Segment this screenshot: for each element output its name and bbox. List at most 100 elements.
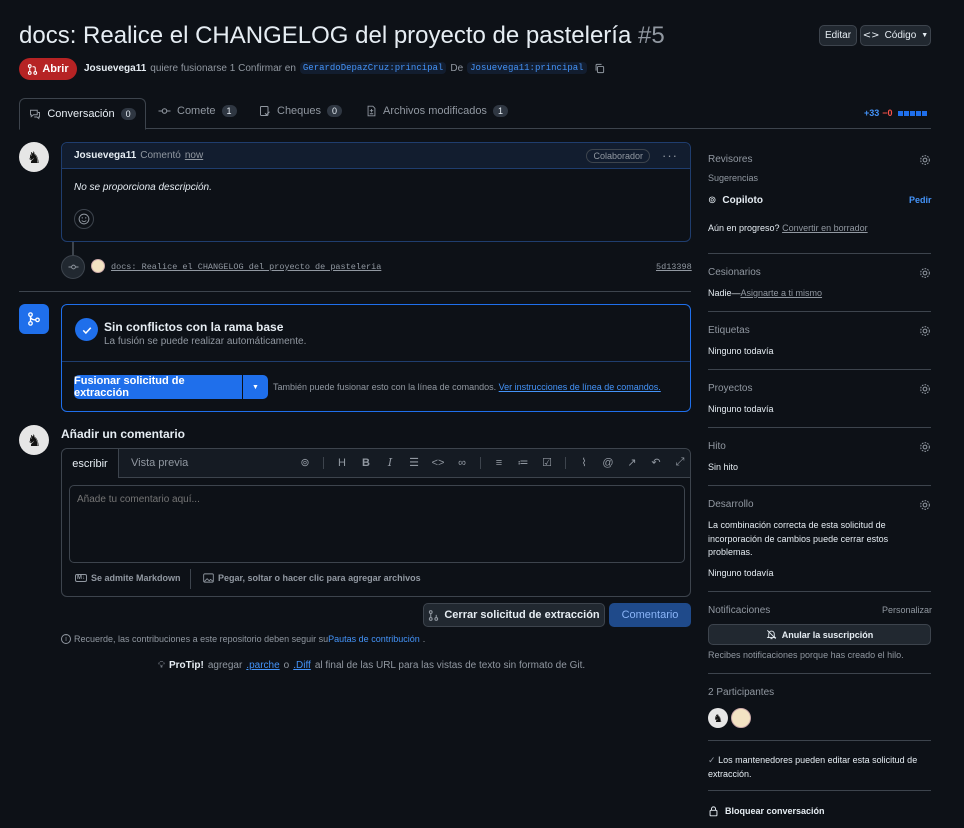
task-list-icon[interactable]: ☑: [535, 456, 559, 469]
code-icon: <>: [862, 30, 880, 41]
reviewers-title[interactable]: Revisores: [708, 154, 752, 165]
bold-icon[interactable]: B: [354, 457, 378, 469]
heading-icon[interactable]: H: [330, 457, 354, 469]
patch-link[interactable]: .parche: [246, 660, 279, 671]
user-glyph-icon: ♞: [713, 711, 723, 725]
quote-icon[interactable]: ☰: [402, 456, 426, 469]
unordered-list-icon[interactable]: ≔: [511, 456, 535, 469]
close-pr-button[interactable]: Cerrar solicitud de extracción: [423, 603, 605, 627]
caret-down-icon: ▼: [921, 32, 929, 39]
projects-value: Ninguno todavía: [708, 404, 774, 414]
lightbulb-icon: 💡︎: [158, 660, 165, 671]
lock-conversation[interactable]: Bloquear conversación: [708, 805, 825, 817]
markdown-note[interactable]: M↓ Se admite Markdown: [75, 573, 181, 583]
comment-author[interactable]: Josuevega11: [74, 150, 136, 161]
gear-icon[interactable]: [919, 325, 931, 337]
participants-title: 2 Participantes: [708, 687, 775, 698]
pr-number: #5: [637, 22, 665, 49]
diff-link[interactable]: .Diff: [293, 660, 311, 671]
tab-write[interactable]: escribir: [62, 449, 119, 478]
mention-icon[interactable]: @: [596, 457, 620, 469]
head-branch[interactable]: Josuevega11:principal: [467, 62, 587, 74]
tab-conversation[interactable]: Conversación 0: [19, 98, 146, 130]
undo-icon[interactable]: ↶: [644, 456, 668, 469]
collaborator-badge: Colaborador: [586, 148, 650, 163]
italic-icon[interactable]: I: [378, 456, 402, 469]
customize-link[interactable]: Personalizar: [882, 605, 932, 615]
assignees-value: Nadie—Asignarte a ti mismo: [708, 288, 823, 298]
composer-toolbar: escribir Vista previa ⊚ H B I ☰ <> ∞ ≡ ≔…: [62, 449, 690, 478]
contribution-guidelines-link[interactable]: Pautas de contribución: [328, 634, 420, 644]
cross-reference-icon[interactable]: ↗: [620, 456, 644, 469]
git-merge-icon: [28, 312, 40, 326]
tab-preview[interactable]: Vista previa: [131, 457, 188, 469]
assign-yourself-link[interactable]: Asignarte a ti mismo: [741, 288, 823, 298]
attach-icon[interactable]: ⌇: [572, 456, 596, 469]
unsubscribe-button[interactable]: Anular la suscripción: [708, 624, 931, 645]
copy-icon[interactable]: [594, 63, 605, 74]
kebab-menu-icon[interactable]: ···: [662, 148, 678, 163]
assignees-title[interactable]: Cesionarios: [708, 267, 761, 278]
image-icon: [203, 573, 214, 583]
page-title: docs: Realice el CHANGELOG del proyecto …: [19, 22, 665, 50]
participant-avatar[interactable]: [731, 708, 751, 728]
milestone-title[interactable]: Hito: [708, 441, 726, 452]
labels-title[interactable]: Etiquetas: [708, 325, 750, 336]
commit-avatar[interactable]: [91, 259, 105, 273]
ordered-list-icon[interactable]: ≡: [487, 457, 511, 469]
draft-status: Aún en progreso? Convertir en borrador: [708, 223, 868, 233]
gear-icon[interactable]: [919, 154, 931, 166]
merge-icon-badge: [19, 304, 49, 334]
participant-avatar[interactable]: ♞: [708, 708, 728, 728]
comment-textarea[interactable]: [69, 485, 685, 563]
comment-box: Josuevega11 Comentó now Colaborador ··· …: [61, 142, 691, 242]
code-icon[interactable]: <>: [426, 457, 450, 469]
merge-status-title: Sin conflictos con la rama base: [104, 320, 284, 334]
gear-icon[interactable]: [919, 499, 931, 511]
tab-commits[interactable]: Comete 1: [158, 105, 237, 117]
diffstat: +33 −0: [864, 108, 927, 118]
link-icon[interactable]: ∞: [450, 457, 474, 469]
markdown-icon: M↓: [75, 574, 87, 582]
bell-slash-icon: [766, 630, 777, 640]
projects-title[interactable]: Proyectos: [708, 383, 752, 394]
fullscreen-icon[interactable]: ⤢: [668, 456, 692, 469]
gear-icon[interactable]: [919, 267, 931, 279]
smiley-icon: [78, 213, 90, 225]
merge-options-button[interactable]: ▼: [243, 375, 268, 399]
development-value: Ninguno todavía: [708, 568, 774, 578]
edit-button[interactable]: Editar: [819, 25, 857, 46]
comment-submit-button[interactable]: Comentario: [609, 603, 691, 627]
comment-time[interactable]: now: [185, 150, 203, 161]
copilot-icon: ⊚: [708, 195, 717, 206]
code-button[interactable]: <> Código ▼: [860, 25, 931, 46]
composer-avatar[interactable]: ♞: [19, 425, 49, 455]
development-text: La combinación correcta de esta solicitu…: [708, 520, 889, 557]
avatar[interactable]: ♞: [19, 142, 49, 172]
info-icon: i: [61, 634, 71, 644]
gear-icon[interactable]: [919, 383, 931, 395]
checklist-icon: [260, 106, 270, 116]
state-badge: Abrir: [19, 58, 77, 80]
add-reaction-button[interactable]: [74, 209, 94, 229]
commit-sha[interactable]: 5d13398: [656, 262, 692, 272]
commit-message[interactable]: docs: Realice el CHANGELOG del proyecto …: [111, 262, 381, 272]
tab-checks[interactable]: Cheques 0: [259, 105, 343, 117]
request-review-link[interactable]: Pedir: [909, 195, 932, 205]
development-title[interactable]: Desarrollo: [708, 499, 754, 510]
milestone-value: Sin hito: [708, 462, 739, 472]
convert-to-draft-link[interactable]: Convertir en borrador: [782, 223, 868, 233]
pull-request-closed-icon: [429, 609, 439, 621]
gear-icon[interactable]: [919, 441, 931, 453]
pr-author-link[interactable]: Josuevega11: [84, 63, 146, 74]
user-glyph-icon: ♞: [26, 430, 42, 450]
merge-status: Sin conflictos con la rama base La fusió…: [62, 305, 690, 362]
merge-button[interactable]: Fusionar solicitud de extracción: [74, 375, 242, 399]
base-branch[interactable]: GerardoDepazCruz:principal: [299, 62, 447, 74]
copilot-icon[interactable]: ⊚: [293, 456, 317, 469]
attach-files[interactable]: Pegar, soltar o hacer clic para agregar …: [203, 573, 421, 583]
tab-files-changed[interactable]: Archivos modificados 1: [366, 105, 508, 117]
cli-instructions-link[interactable]: Ver instrucciones de línea de comandos.: [499, 382, 661, 392]
caret-down-icon: ▼: [252, 383, 259, 391]
notifications-title: Notificaciones: [708, 605, 771, 616]
